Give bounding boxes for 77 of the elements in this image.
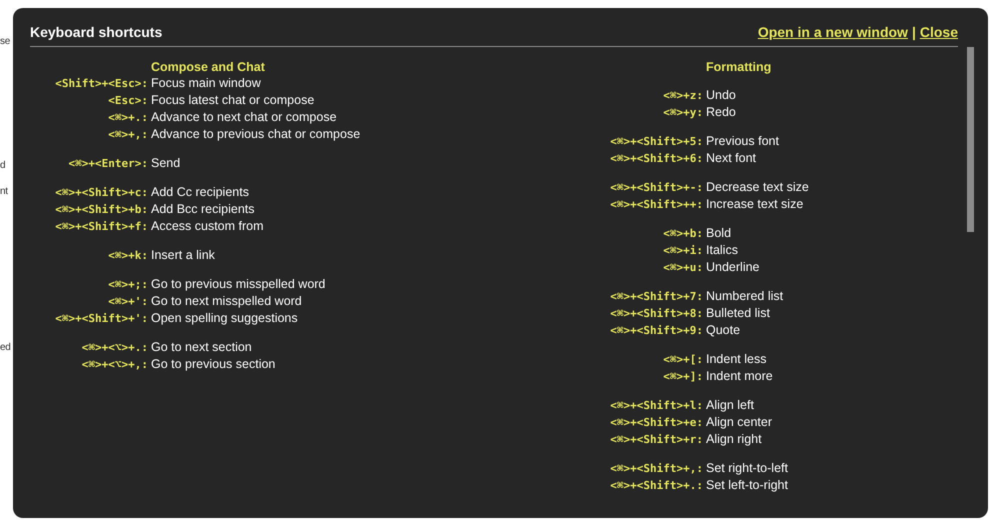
shortcut-description: Access custom from — [151, 218, 264, 235]
shortcut-keys: <⌘>+u: — [663, 259, 703, 276]
dialog-title: Keyboard shortcuts — [30, 23, 162, 40]
shortcut-keys: <⌘>+<Shift>++: — [610, 196, 703, 213]
shortcut-description: Go to previous section — [151, 356, 276, 373]
shortcut-keys: <⌘>+<Enter>: — [68, 155, 148, 172]
shortcut-keys: <⌘>+.: — [108, 109, 148, 126]
shortcut-keys: <⌘>+z: — [663, 87, 703, 104]
shortcut-description: Open spelling suggestions — [151, 310, 298, 327]
shortcut-description: Indent more — [706, 368, 773, 385]
shortcut-description: Redo — [706, 104, 736, 121]
shortcut-description: Insert a link — [151, 247, 215, 264]
shortcut-keys: <⌘>+[: — [663, 351, 703, 368]
shortcut-keys: <⌘>+<Shift>+': — [55, 310, 148, 327]
background-text: d — [0, 160, 6, 171]
shortcut-keys: <⌘>+<Shift>+8: — [610, 305, 703, 322]
shortcut-description: Bulleted list — [706, 305, 770, 322]
shortcut-description: Underline — [706, 259, 760, 276]
shortcut-description: Add Bcc recipients — [151, 201, 255, 218]
shortcut-keys: <Shift>+<Esc>: — [55, 75, 148, 92]
background-text: nt — [0, 186, 8, 197]
shortcut-keys: <⌘>+<Shift>+7: — [610, 288, 703, 305]
shortcut-keys: <⌘>+i: — [663, 242, 703, 259]
scrollbar[interactable] — [967, 47, 974, 232]
shortcut-keys: <⌘>+<⌥>+,: — [82, 356, 148, 373]
shortcut-keys: <⌘>+<Shift>+c: — [55, 184, 148, 201]
shortcut-description: Bold — [706, 225, 732, 242]
shortcut-keys: <⌘>+]: — [663, 368, 703, 385]
shortcut-keys: <⌘>+<Shift>+6: — [610, 150, 703, 167]
shortcut-description: Undo — [706, 87, 736, 104]
shortcut-description: Set left-to-right — [706, 477, 788, 494]
shortcut-description: Decrease text size — [706, 179, 809, 196]
shortcut-description: Numbered list — [706, 288, 784, 305]
background-text: se — [0, 36, 10, 47]
shortcut-keys: <⌘>+<Shift>+,: — [610, 460, 703, 477]
section-heading: Compose and Chat — [151, 59, 265, 75]
shortcut-keys: <⌘>+<Shift>+b: — [55, 201, 148, 218]
shortcut-keys: <⌘>+<Shift>+l: — [610, 397, 703, 414]
shortcut-description: Focus main window — [151, 75, 261, 92]
shortcut-keys: <⌘>+<Shift>+e: — [610, 414, 703, 431]
shortcut-keys: <⌘>+;: — [108, 276, 148, 293]
shortcut-description: Indent less — [706, 351, 766, 368]
shortcut-description: Previous font — [706, 133, 779, 150]
shortcut-description: Go to next section — [151, 339, 252, 356]
shortcut-keys: <⌘>+<⌥>+.: — [82, 339, 148, 356]
shortcut-description: Send — [151, 155, 180, 172]
shortcut-keys: <⌘>+<Shift>+.: — [610, 477, 703, 494]
shortcut-keys: <⌘>+': — [108, 293, 148, 310]
shortcut-description: Align center — [706, 414, 772, 431]
shortcut-keys: <⌘>+<Shift>+f: — [55, 218, 148, 235]
shortcut-description: Set right-to-left — [706, 460, 788, 477]
open-window-link[interactable]: Open in a new window — [758, 24, 908, 40]
shortcut-keys: <Esc>: — [108, 92, 148, 109]
shortcut-description: Focus latest chat or compose — [151, 92, 314, 109]
shortcut-description: Advance to previous chat or compose — [151, 126, 360, 143]
shortcut-keys: <⌘>+k: — [108, 247, 148, 264]
shortcut-description: Add Cc recipients — [151, 184, 249, 201]
shortcut-keys: <⌘>+<Shift>+5: — [610, 133, 703, 150]
shortcut-keys: <⌘>+b: — [663, 225, 703, 242]
shortcut-description: Align left — [706, 397, 754, 414]
shortcut-keys: <⌘>+y: — [663, 104, 703, 121]
shortcut-description: Quote — [706, 322, 740, 339]
shortcut-description: Italics — [706, 242, 738, 259]
background-text: ed — [0, 342, 11, 353]
shortcut-description: Advance to next chat or compose — [151, 109, 337, 126]
shortcut-description: Next font — [706, 150, 756, 167]
shortcut-keys: <⌘>+<Shift>+-: — [610, 179, 703, 196]
section-heading: Formatting — [706, 59, 772, 75]
shortcut-description: Align right — [706, 431, 762, 448]
shortcut-keys: <⌘>+,: — [108, 126, 148, 143]
shortcut-keys: <⌘>+<Shift>+9: — [610, 322, 703, 339]
shortcut-keys: <⌘>+<Shift>+r: — [610, 431, 703, 448]
shortcut-description: Go to next misspelled word — [151, 293, 302, 310]
link-separator: | — [912, 24, 916, 40]
close-link[interactable]: Close — [920, 24, 958, 40]
shortcut-description: Go to previous misspelled word — [151, 276, 326, 293]
shortcut-description: Increase text size — [706, 196, 804, 213]
